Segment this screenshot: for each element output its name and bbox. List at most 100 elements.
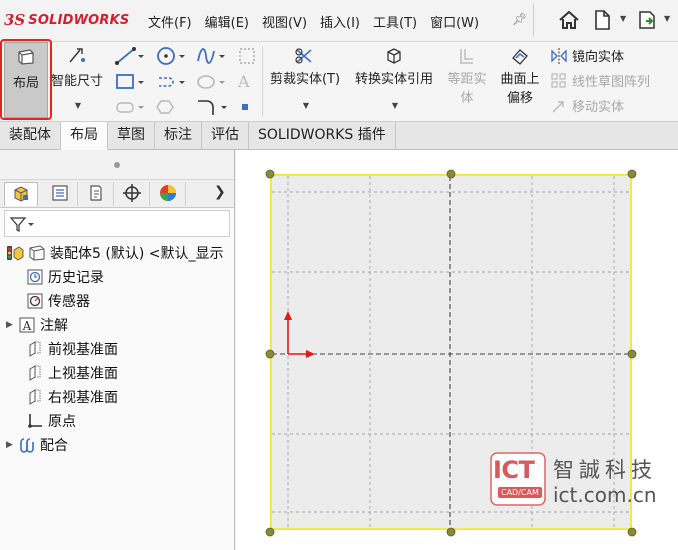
menu-tools[interactable]: 工具(T)	[373, 12, 417, 31]
chevron-down-icon[interactable]: ▼	[664, 14, 670, 23]
expand-arrow-icon[interactable]: ▶	[6, 440, 16, 450]
tree-item-label: 传感器	[48, 294, 90, 310]
line-icon[interactable]	[114, 46, 144, 66]
text-icon[interactable]: A	[238, 72, 250, 91]
chevron-right-icon[interactable]: ❯	[214, 184, 226, 200]
solidworks-logo[interactable]: 3S SOLIDWORKS	[4, 9, 129, 31]
new-document-icon[interactable]	[590, 8, 614, 32]
tree-item-label: 上视基准面	[48, 366, 118, 382]
logo-text: SOLIDWORKS	[28, 12, 130, 28]
offset-entities-label-1: 等距实	[447, 72, 487, 87]
convert-entities-button[interactable]: 转换实体引用 ▼	[348, 46, 440, 110]
smart-dimension-label: 智能尺寸	[50, 74, 103, 89]
tree-item-history[interactable]: 历史记录	[26, 266, 104, 288]
assembly-icon	[7, 246, 24, 261]
tree-item-front-plane[interactable]: 前视基准面	[26, 338, 118, 360]
menu-window[interactable]: 窗口(W)	[430, 12, 479, 31]
mirror-icon	[551, 47, 567, 64]
menu-file[interactable]: 文件(F)	[148, 12, 192, 31]
offset-entities-button[interactable]: 等距实 体	[442, 46, 492, 106]
highlight-box	[0, 39, 52, 120]
configuration-manager-tab[interactable]	[80, 182, 114, 206]
chevron-down-icon[interactable]: ▼	[350, 101, 440, 110]
spline-icon[interactable]	[195, 46, 225, 66]
offset-entities-label-2: 体	[460, 91, 474, 106]
annotation-icon: A	[19, 317, 35, 333]
tab-addins[interactable]: SOLIDWORKS 插件	[249, 122, 396, 150]
tree-item-label: 注解	[40, 318, 68, 334]
property-manager-tab[interactable]	[44, 182, 78, 206]
tree-item-label: 原点	[48, 414, 76, 430]
fillet-icon[interactable]	[195, 98, 229, 116]
chevron-down-icon[interactable]: ▼	[620, 14, 626, 23]
tree-item-label: 右视基准面	[48, 390, 118, 406]
command-manager: 布局 智能尺寸 ▼ A 剪裁实体(T) ▼ 转换实体引用 ▼ 等距实 体 曲面上…	[0, 39, 678, 122]
chevron-down-icon[interactable]: ▼	[268, 101, 344, 110]
tree-item-label: 前视基准面	[48, 342, 118, 358]
mirror-entities-label: 镜向实体	[572, 50, 625, 65]
tree-item-label: 配合	[40, 438, 68, 454]
linear-pattern-label: 线性草图阵列	[572, 75, 651, 90]
menu-bar: 文件(F) 编辑(E) 视图(V) 插入(I) 工具(T) 窗口(W)	[148, 12, 492, 31]
title-bar: 3S SOLIDWORKS 文件(F) 编辑(E) 视图(V) 插入(I) 工具…	[0, 0, 678, 42]
home-icon[interactable]	[557, 8, 581, 32]
tree-item-origin[interactable]: 原点	[26, 410, 76, 432]
menu-view[interactable]: 视图(V)	[262, 12, 307, 31]
convert-entities-label: 转换实体引用	[354, 72, 433, 87]
construction-geometry-icon[interactable]	[237, 46, 257, 66]
tab-assembly[interactable]: 装配体	[0, 122, 61, 150]
trim-icon	[295, 48, 312, 64]
tab-layout[interactable]: 布局	[61, 122, 108, 150]
feature-manager-tab[interactable]	[4, 182, 38, 206]
linear-pattern-button[interactable]: 线性草图阵列	[550, 71, 650, 90]
plane-icon[interactable]	[240, 102, 250, 112]
panel-grip-handle[interactable]	[114, 162, 120, 168]
tree-root-label: 装配体5 (默认) <默认_显示	[50, 246, 224, 262]
smart-dimension-button[interactable]: 智能尺寸 ▼	[48, 46, 106, 110]
offset-on-surface-button[interactable]: 曲面上 偏移	[494, 46, 546, 106]
tree-item-mates[interactable]: ▶ 配合	[6, 434, 68, 456]
pin-icon[interactable]: 📌︎	[512, 12, 527, 26]
tab-markup[interactable]: 标注	[155, 122, 202, 150]
tree-item-right-plane[interactable]: 右视基准面	[26, 386, 118, 408]
tree-item-top-plane[interactable]: 上视基准面	[26, 362, 118, 384]
open-document-icon[interactable]	[636, 8, 660, 32]
crosshair-icon	[123, 184, 141, 202]
watermark-url: ict.com.cn	[553, 483, 657, 507]
point-icon[interactable]	[114, 98, 144, 116]
mirror-entities-button[interactable]: 镜向实体	[550, 46, 624, 65]
tab-evaluate[interactable]: 评估	[202, 122, 249, 150]
feature-tree-icon	[14, 186, 28, 202]
tree-item-sensors[interactable]: 传感器	[26, 290, 90, 312]
ellipse-icon[interactable]	[195, 72, 225, 92]
menu-insert[interactable]: 插入(I)	[320, 12, 360, 31]
move-entities-button[interactable]: 移动实体	[550, 96, 624, 115]
trim-entities-label: 剪裁实体(T)	[269, 72, 341, 87]
menu-edit[interactable]: 编辑(E)	[205, 12, 249, 31]
tree-item-label: 历史记录	[48, 270, 104, 286]
manager-tabs: ❯	[0, 180, 234, 208]
polygon-icon[interactable]	[155, 98, 175, 116]
watermark-company-name: 智誠科技	[553, 458, 657, 482]
chevron-down-icon[interactable]: ▼	[50, 101, 106, 110]
tree-filter[interactable]	[4, 210, 230, 237]
panel-header	[0, 150, 234, 180]
history-icon	[27, 269, 43, 285]
rectangle-icon[interactable]	[114, 72, 144, 92]
plane-icon	[29, 389, 41, 405]
ds-logo-mark: 3S	[4, 11, 26, 29]
slot-icon[interactable]	[155, 72, 185, 92]
display-manager-tab[interactable]	[152, 182, 186, 206]
menu-separator	[533, 4, 534, 36]
circle-icon[interactable]	[155, 46, 185, 66]
dimxpert-manager-tab[interactable]	[116, 182, 150, 206]
move-entities-label: 移动实体	[572, 100, 625, 115]
linear-pattern-icon	[551, 72, 566, 88]
expand-arrow-icon[interactable]: ▶	[6, 320, 16, 330]
trim-entities-button[interactable]: 剪裁实体(T) ▼	[266, 46, 344, 110]
tree-item-annotations[interactable]: ▶ A 注解	[6, 314, 68, 336]
ict-logo-subtext: CAD/CAM	[498, 487, 542, 498]
tree-item-assembly[interactable]: 装配体5 (默认) <默认_显示	[6, 242, 223, 264]
tab-sketch[interactable]: 草图	[108, 122, 155, 150]
layout-sketch-icon	[29, 245, 45, 261]
